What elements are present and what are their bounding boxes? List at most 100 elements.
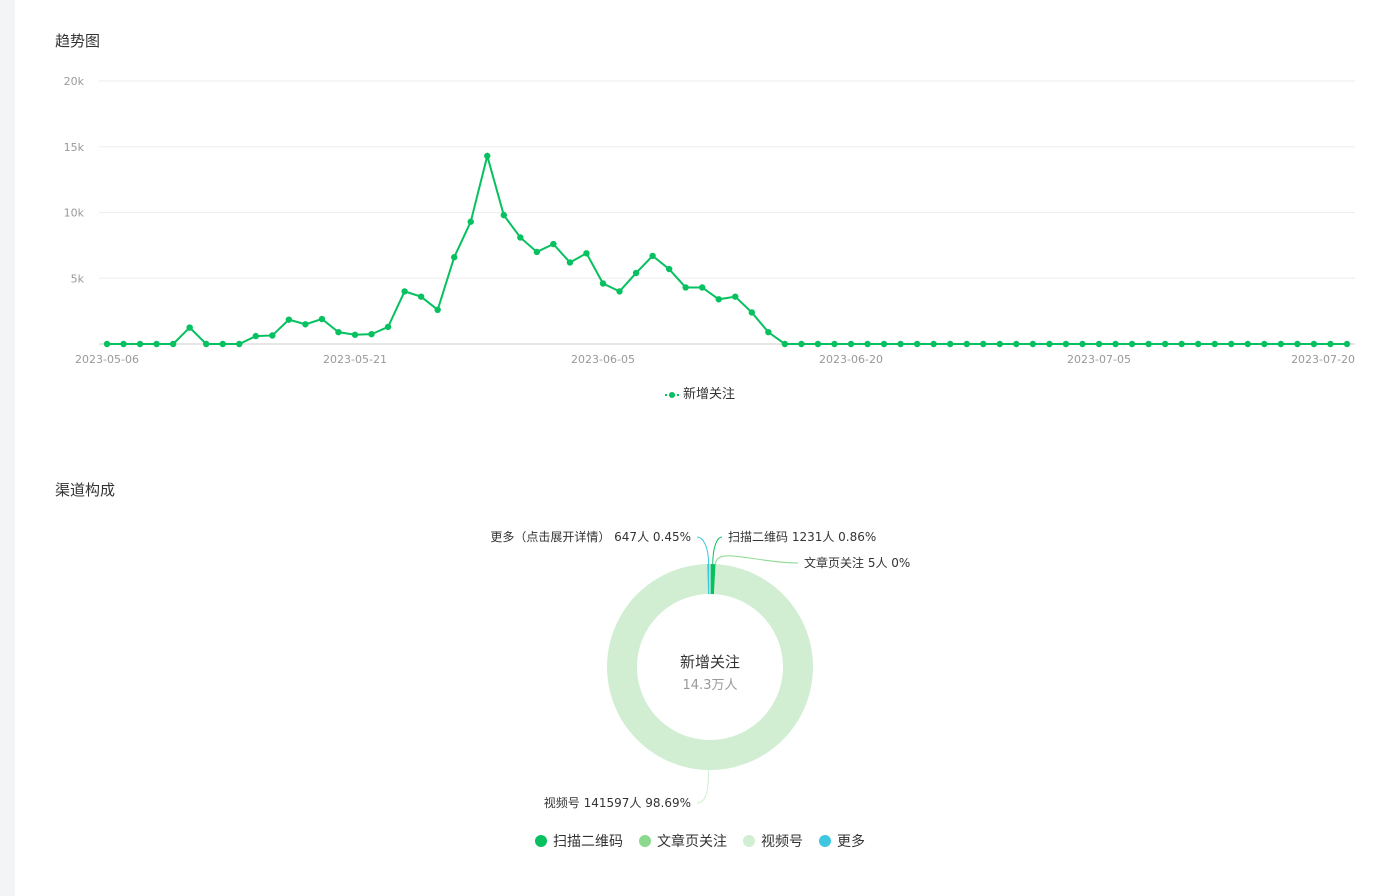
data-point[interactable] [682,284,689,291]
legend-dot-icon [819,835,831,847]
data-point[interactable] [1145,340,1152,348]
legend-item[interactable]: 视频号 [743,831,803,851]
data-point[interactable] [781,340,789,348]
data-point[interactable] [996,340,1003,348]
legend-item-label: 扫描二维码 [553,834,623,850]
data-point[interactable] [500,211,507,219]
data-point[interactable] [980,340,987,348]
donut-center-title: 新增关注 [680,653,740,671]
x-tick-label: 2023-05-06 [75,353,139,366]
data-point[interactable] [120,340,127,348]
data-point[interactable] [1095,340,1103,348]
data-point[interactable] [880,340,888,348]
legend-item[interactable]: 更多 [819,831,865,851]
data-point[interactable] [136,340,144,348]
data-point[interactable] [269,332,276,339]
data-point[interactable] [1112,340,1119,348]
data-point[interactable] [1261,340,1268,348]
data-point[interactable] [550,240,557,248]
data-point[interactable] [153,340,160,348]
data-point[interactable] [484,152,491,160]
legend-item[interactable]: 文章页关注 [639,831,727,851]
legend-dot-icon [743,835,755,847]
data-point[interactable] [847,340,855,348]
data-point[interactable] [384,323,392,331]
data-point[interactable] [930,340,937,348]
data-point[interactable] [219,340,226,348]
data-point[interactable] [649,252,656,260]
legend-dot-icon [535,835,547,847]
data-point[interactable] [831,340,838,348]
data-point[interactable] [1013,340,1020,348]
data-point[interactable] [1343,340,1351,348]
data-point[interactable] [1046,340,1053,348]
data-point[interactable] [616,288,623,295]
donut-center-value: 14.3万人 [683,678,738,693]
data-point[interactable] [368,330,375,338]
data-point[interactable] [748,309,755,316]
data-point[interactable] [1228,340,1235,348]
data-point[interactable] [715,296,722,303]
data-point[interactable] [765,328,772,336]
data-point[interactable] [1195,340,1202,348]
data-point[interactable] [1310,340,1318,348]
data-point[interactable] [451,254,458,261]
data-point[interactable] [599,280,607,287]
data-point[interactable] [517,234,524,241]
data-point[interactable] [732,293,739,300]
data-point[interactable] [467,218,474,225]
data-point[interactable] [401,288,408,295]
data-point[interactable] [1062,340,1070,348]
data-point[interactable] [1277,340,1285,348]
data-point[interactable] [103,340,111,348]
slice-label[interactable]: 更多（点击展开详情） 647人 0.45% [490,529,691,544]
slice-leader-line [696,769,710,804]
data-point[interactable] [335,328,342,336]
data-point[interactable] [699,284,706,291]
legend-item[interactable]: 扫描二维码 [535,831,623,851]
data-point[interactable] [203,340,210,348]
data-point[interactable] [533,248,541,256]
data-point[interactable] [1294,340,1301,348]
data-point[interactable] [814,340,822,348]
data-point[interactable] [1161,340,1169,348]
data-point[interactable] [897,340,904,348]
data-point[interactable] [417,293,425,300]
legend-line-marker-icon [664,390,679,400]
data-point[interactable] [947,340,954,348]
data-point[interactable] [302,321,309,328]
data-point[interactable] [913,340,921,348]
data-point[interactable] [1178,340,1185,348]
legend-item-label: 视频号 [761,834,803,850]
trend-legend[interactable]: 新增关注 [0,383,1400,402]
data-point[interactable] [566,259,574,266]
data-point[interactable] [318,315,326,323]
x-tick-label: 2023-06-20 [819,353,883,366]
data-point[interactable] [236,340,243,348]
data-point[interactable] [434,306,441,314]
data-point[interactable] [665,265,673,273]
data-point[interactable] [632,269,640,277]
data-point[interactable] [1327,340,1334,348]
data-point[interactable] [1211,340,1218,348]
data-point[interactable] [1029,340,1037,348]
data-point[interactable] [1244,340,1252,348]
data-point[interactable] [1128,340,1136,348]
y-tick-label: 20k [64,75,85,88]
data-point[interactable] [583,250,590,257]
slice-label: 扫描二维码 1231人 0.86% [728,530,876,544]
x-tick-label: 2023-06-05 [571,353,635,366]
data-point[interactable] [186,324,193,331]
data-point[interactable] [351,331,359,338]
data-point[interactable] [864,340,871,348]
data-point[interactable] [798,340,805,348]
data-point[interactable] [1079,340,1086,348]
trend-chart-title: 趋势图 [55,32,101,50]
data-point[interactable] [252,332,259,340]
legend-dot-icon [639,835,651,847]
y-tick-label: 15k [64,141,85,154]
legend-item-label: 更多 [837,834,865,850]
data-point[interactable] [963,340,970,348]
data-point[interactable] [285,316,293,323]
data-point[interactable] [169,340,177,348]
